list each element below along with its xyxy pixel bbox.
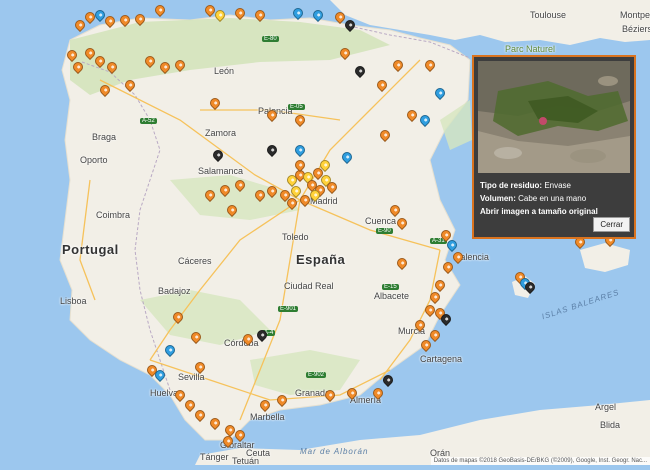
road-label: E-902 bbox=[306, 372, 327, 378]
label-cuenca: Cuenca bbox=[365, 216, 397, 226]
map-attribution: Datos de mapas ©2018 GeoBasis-DE/BKG (©2… bbox=[430, 457, 650, 465]
label-blida: Blida bbox=[600, 420, 621, 430]
residue-photo[interactable] bbox=[478, 61, 630, 173]
label-braga: Braga bbox=[92, 132, 117, 142]
label-salamanca: Salamanca bbox=[198, 166, 244, 176]
residue-type-label: Tipo de residuo: bbox=[480, 181, 543, 190]
label-montpellier: Montpell bbox=[620, 10, 650, 20]
residue-volume: Volumen: Cabe en una mano bbox=[480, 194, 586, 203]
road-label: E-80 bbox=[262, 36, 279, 42]
label-toledo: Toledo bbox=[282, 232, 309, 242]
label-coimbra: Coimbra bbox=[96, 210, 131, 220]
label-albacete: Albacete bbox=[374, 291, 410, 301]
label-tanger: Tánger bbox=[200, 452, 229, 462]
label-caceres: Cáceres bbox=[178, 256, 212, 266]
label-badajoz: Badajoz bbox=[158, 286, 191, 296]
label-cartagena: Cartagena bbox=[420, 354, 463, 364]
label-oporto: Oporto bbox=[80, 155, 108, 165]
road-label: E-15 bbox=[382, 284, 399, 290]
label-leon: León bbox=[214, 66, 235, 76]
residue-popup: Tipo de residuo: Envase Volumen: Cabe en… bbox=[472, 55, 636, 239]
label-bezier: Béziers bbox=[622, 24, 650, 34]
road-label: E-901 bbox=[278, 306, 299, 312]
label-ciudad-real: Ciudad Real bbox=[284, 281, 334, 291]
residue-volume-label: Volumen: bbox=[480, 194, 516, 203]
residue-type: Tipo de residuo: Envase bbox=[480, 181, 571, 190]
label-portugal: Portugal bbox=[62, 242, 119, 257]
road-label: E-90 bbox=[376, 228, 393, 234]
road-label: A-52 bbox=[140, 118, 157, 124]
residue-type-value: Envase bbox=[544, 181, 571, 190]
residue-volume-value: Cabe en una mano bbox=[518, 194, 587, 203]
label-marbella: Marbella bbox=[250, 412, 285, 422]
road-label: E-05 bbox=[288, 104, 305, 110]
label-spain: España bbox=[296, 252, 346, 267]
label-mar-alboran: Mar de Alborán bbox=[300, 447, 369, 456]
label-zamora: Zamora bbox=[205, 128, 237, 138]
label-toulouse: Toulouse bbox=[530, 10, 567, 20]
label-argel: Argel bbox=[595, 402, 617, 412]
close-button[interactable]: Cerrar bbox=[593, 217, 630, 232]
label-parc-naturel: Parc Naturel bbox=[505, 44, 556, 54]
label-lisboa: Lisboa bbox=[60, 296, 87, 306]
open-original-image-link[interactable]: Abrir imagen a tamaño original bbox=[480, 207, 598, 216]
